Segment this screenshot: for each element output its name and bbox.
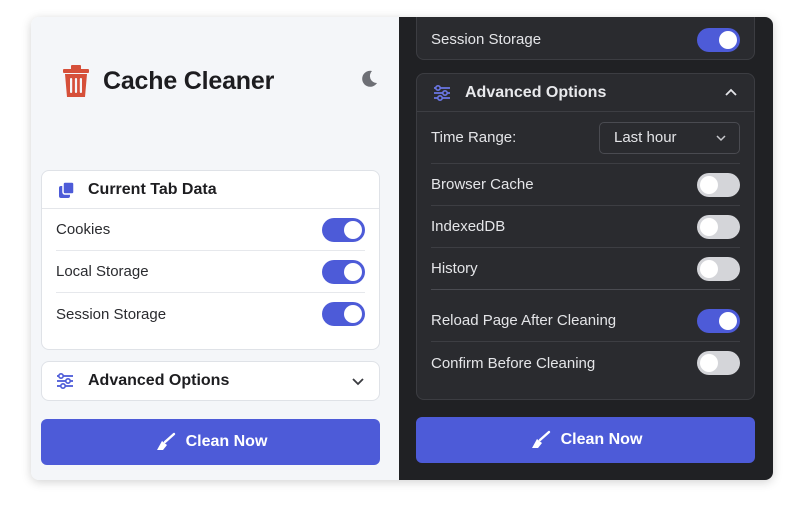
trash-icon bbox=[63, 65, 89, 97]
option-row-confirm: Confirm Before Cleaning bbox=[431, 342, 740, 384]
current-tab-header: Current Tab Data bbox=[42, 171, 379, 209]
option-label: Session Storage bbox=[431, 31, 542, 48]
clean-now-button[interactable]: Clean Now bbox=[41, 419, 380, 465]
broom-icon bbox=[156, 432, 175, 450]
browser-cache-toggle[interactable] bbox=[697, 172, 740, 197]
sliders-icon bbox=[57, 373, 73, 389]
dark-storage-card: Session Storage bbox=[416, 17, 755, 60]
option-row-history: History bbox=[431, 248, 740, 290]
time-range-value: Last hour bbox=[614, 129, 677, 146]
time-range-select[interactable]: Last hour bbox=[599, 121, 740, 154]
advanced-options-collapsed[interactable]: Advanced Options bbox=[41, 361, 380, 401]
option-label: Browser Cache bbox=[431, 176, 534, 193]
option-row-reload-page: Reload Page After Cleaning bbox=[431, 300, 740, 342]
option-row-indexeddb: IndexedDB bbox=[431, 206, 740, 248]
current-tab-title: Current Tab Data bbox=[88, 180, 217, 198]
option-row-cookies: Cookies bbox=[56, 209, 365, 251]
dark-panel: Session Storage Advanced Options Time Ra… bbox=[399, 17, 773, 480]
option-label: Local Storage bbox=[56, 263, 149, 280]
advanced-options-title: Advanced Options bbox=[465, 83, 607, 101]
option-row-session-storage: Session Storage bbox=[431, 17, 740, 61]
pages-icon bbox=[59, 180, 75, 198]
time-range-row: Time Range: Last hour bbox=[431, 112, 740, 164]
app-header: Cache Cleaner bbox=[61, 63, 274, 99]
sliders-icon bbox=[434, 84, 450, 101]
cookies-toggle[interactable] bbox=[322, 217, 365, 242]
option-label: Session Storage bbox=[56, 305, 167, 323]
option-row-browser-cache: Browser Cache bbox=[431, 164, 740, 206]
current-tab-card: Current Tab Data Cookies Local Storage S… bbox=[41, 170, 380, 350]
clean-now-button[interactable]: Clean Now bbox=[416, 417, 755, 463]
confirm-toggle[interactable] bbox=[697, 351, 740, 375]
local-storage-toggle[interactable] bbox=[322, 259, 365, 284]
broom-icon bbox=[531, 430, 550, 448]
option-label: Reload Page After Cleaning bbox=[431, 312, 617, 329]
option-row-local-storage: Local Storage bbox=[56, 251, 365, 293]
indexeddb-toggle[interactable] bbox=[697, 214, 740, 239]
option-label: Confirm Before Cleaning bbox=[431, 354, 596, 372]
option-label: Cookies bbox=[56, 221, 111, 238]
clean-now-label: Clean Now bbox=[560, 431, 643, 448]
light-panel: Cache Cleaner Current Tab Data Cookies L… bbox=[31, 17, 399, 480]
app-title: Cache Cleaner bbox=[103, 66, 275, 95]
option-row-session-storage: Session Storage bbox=[56, 293, 365, 335]
chevron-down-icon bbox=[352, 378, 364, 386]
moon-icon[interactable] bbox=[358, 68, 380, 90]
advanced-options-title: Advanced Options bbox=[88, 372, 230, 389]
history-toggle[interactable] bbox=[697, 256, 740, 281]
app-frame: Cache Cleaner Current Tab Data Cookies L… bbox=[31, 17, 773, 480]
reload-page-toggle[interactable] bbox=[697, 308, 740, 333]
chevron-down-icon bbox=[716, 134, 726, 141]
session-storage-toggle[interactable] bbox=[322, 302, 365, 326]
option-label: IndexedDB bbox=[431, 218, 506, 235]
session-storage-toggle[interactable] bbox=[697, 27, 740, 52]
option-label: History bbox=[431, 260, 478, 277]
clean-now-label: Clean Now bbox=[185, 433, 268, 450]
advanced-options-header[interactable]: Advanced Options bbox=[417, 74, 754, 112]
time-range-label: Time Range: bbox=[431, 129, 517, 146]
advanced-options-panel: Advanced Options Time Range: Last hour B… bbox=[416, 73, 755, 400]
chevron-up-icon bbox=[725, 88, 737, 96]
